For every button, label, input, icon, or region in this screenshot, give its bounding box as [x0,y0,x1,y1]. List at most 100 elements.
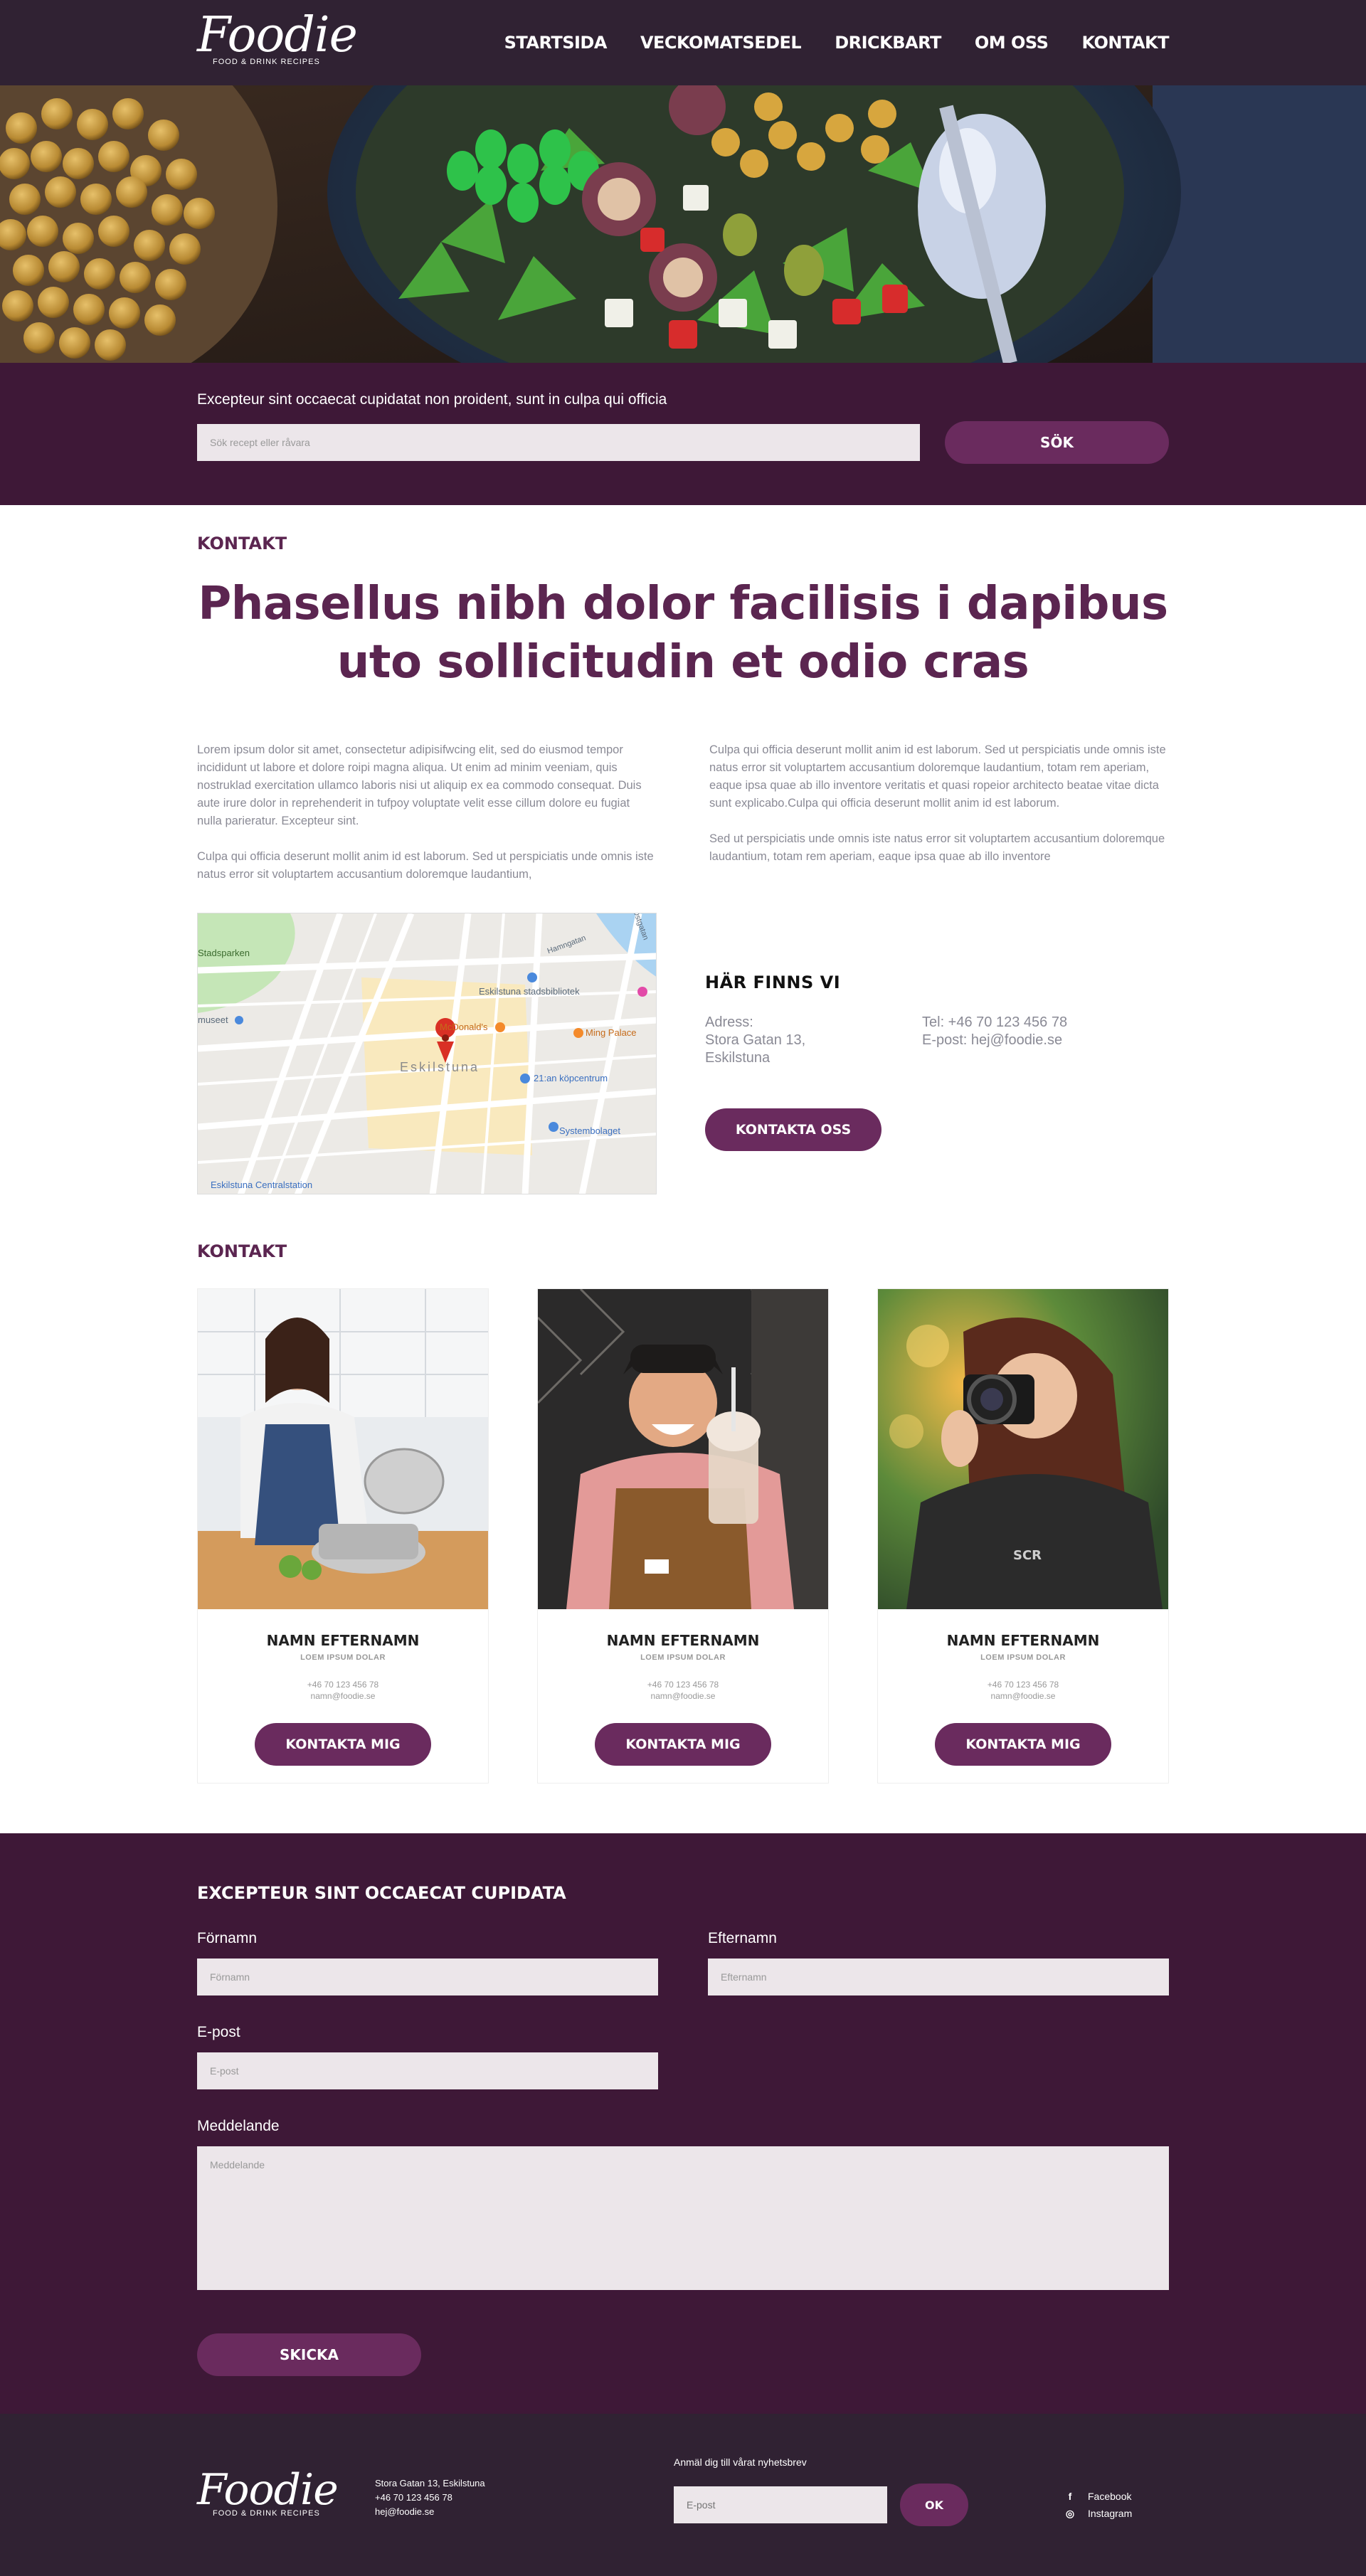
logo-wordmark: Foodie [197,2465,339,2515]
portrait-image [198,1289,488,1609]
nav-kontakt[interactable]: KONTAKT [1081,33,1169,53]
hero-food-image [0,85,1366,363]
foodie-logo[interactable]: Foodie FOOD & DRINK RECIPES [197,7,358,75]
logo-wordmark: Foodie [197,7,358,63]
team-photo-barista [538,1289,828,1609]
member-name: NAMN EFTERNAMN [266,1632,420,1649]
instagram-icon: ◎ [1065,2508,1075,2519]
firstname-input[interactable] [197,1958,658,1995]
contact-me-button[interactable]: KONTAKTA MIG [255,1723,431,1766]
nav-om-oss[interactable]: OM OSS [975,33,1049,53]
intro-paragraph: Lorem ipsum dolor sit amet, consectetur … [197,743,642,827]
newsletter-signup: Anmäl dig till vårat nyhetsbrev OK [674,2456,1065,2526]
team-section: KONTAKT NAMN EFTERNAMN LOEM IPSUM DOLAR … [0,1194,1366,1833]
nav-veckomatsedel[interactable]: VECKOMATSEDEL [640,33,802,53]
member-email: namn@foodie.se [650,1691,716,1701]
member-name: NAMN EFTERNAMN [606,1632,760,1649]
hero-illustration [0,85,1366,363]
search-section: Excepteur sint occaecat cupidatat non pr… [0,363,1366,505]
team-photo-photographer: SCR [878,1289,1168,1609]
address-block: Adress: Stora Gatan 13, Eskilstuna [705,1014,922,1067]
nav-drickbart[interactable]: DRICKBART [835,33,941,53]
lastname-input[interactable] [708,1958,1169,1995]
email-field-group: E-post [197,2024,658,2089]
message-field-group: Meddelande [197,2118,1169,2294]
map-label-centralstation: Eskilstuna Centralstation [211,1180,313,1190]
contact-us-button[interactable]: KONTAKTA OSS [705,1108,881,1151]
contact-me-button[interactable]: KONTAKTA MIG [595,1723,771,1766]
instagram-label: Instagram [1088,2508,1133,2519]
firstname-label: Förnamn [197,1930,258,1946]
map-label-museet: museet [198,1014,228,1025]
page-title-line-1: Phasellus nibh dolor facilisis i dapibus [198,578,1168,630]
contact-form-section: EXCEPTEUR SINT OCCAECAT CUPIDATA Förnamn… [0,1833,1366,2414]
member-role: LOEM IPSUM DOLAR [980,1653,1066,1662]
footer-phone: +46 70 123 456 78 [375,2492,452,2503]
facebook-icon: f [1068,2491,1072,2502]
form-title: EXCEPTEUR SINT OCCAECAT CUPIDATA [197,1883,566,1903]
portrait-image: SCR [878,1289,1168,1609]
section-label-kontakt: KONTAKT [197,534,287,553]
search-tagline: Excepteur sint occaecat cupidatat non pr… [197,391,667,408]
map-label-stadsparken: Stadsparken [198,948,250,958]
footer-logo[interactable]: Foodie FOOD & DRINK RECIPES [197,2468,375,2532]
firstname-field-group: Förnamn [197,1930,658,1995]
message-textarea[interactable] [197,2146,1169,2290]
location-heading: HÄR FINNS VI [705,972,841,992]
map-label-stadsbibliotek: Eskilstuna stadsbibliotek [479,986,580,997]
search-button[interactable]: SÖK [945,421,1169,464]
footer-street: Stora Gatan 13, Eskilstuna [375,2478,485,2488]
member-phone: +46 70 123 456 78 [647,1680,719,1690]
map-label-ming-palace: Ming Palace [586,1027,637,1038]
member-email: namn@foodie.se [990,1691,1056,1701]
team-card: SCR NAMN EFTERNAMN LOEM IPSUM DOLAR +46 … [877,1288,1169,1783]
map-label-city: Eskilstuna [400,1060,480,1074]
site-footer: Foodie FOOD & DRINK RECIPES Stora Gatan … [0,2414,1366,2576]
portrait-image [538,1289,828,1609]
intro-column-right: Culpa qui officia deserunt mollit anim i… [709,741,1169,901]
main-nav: STARTSIDA VECKOMATSEDEL DRICKBART OM OSS… [504,33,1170,53]
newsletter-email-input[interactable] [674,2486,887,2523]
map-canvas [198,913,656,1194]
nav-startsida[interactable]: STARTSIDA [504,33,608,53]
member-contact: +46 70 123 456 78 namn@foodie.se [538,1679,828,1702]
contact-block: Tel: +46 70 123 456 78 E-post: hej@foodi… [922,1014,1067,1067]
recipe-search-input[interactable] [197,424,920,461]
lastname-field-group: Efternamn [708,1930,1169,1995]
address-line: Eskilstuna [705,1050,771,1066]
intro-paragraph: Culpa qui officia deserunt mollit anim i… [197,850,654,881]
map-label-kopcentrum: 21:an köpcentrum [534,1073,608,1083]
address-label: Adress: [705,1014,753,1030]
location-map[interactable]: Eskilstuna stadsbibliotek McDonald's Min… [197,913,657,1194]
footer-address: Stora Gatan 13, Eskilstuna +46 70 123 45… [375,2476,674,2519]
member-phone: +46 70 123 456 78 [307,1680,379,1690]
phone-text: Tel: +46 70 123 456 78 [922,1014,1068,1030]
member-role: LOEM IPSUM DOLAR [300,1653,386,1662]
member-contact: +46 70 123 456 78 namn@foodie.se [198,1679,488,1702]
intro-paragraph: Culpa qui officia deserunt mollit anim i… [709,743,1166,810]
message-label: Meddelande [197,2118,280,2134]
email-text: E-post: hej@foodie.se [922,1032,1063,1048]
footer-email[interactable]: hej@foodie.se [375,2505,674,2519]
member-phone: +46 70 123 456 78 [987,1680,1059,1690]
svg-text:SCR: SCR [1013,1548,1042,1563]
map-label-mcdonalds: McDonald's [440,1022,488,1032]
team-photo-cook [198,1289,488,1609]
section-label-kontakt: KONTAKT [197,1241,287,1261]
intro-paragraph: Sed ut perspiciatis unde omnis iste natu… [709,832,1165,863]
contact-me-button[interactable]: KONTAKTA MIG [935,1723,1111,1766]
team-card: NAMN EFTERNAMN LOEM IPSUM DOLAR +46 70 1… [197,1288,489,1783]
lastname-label: Efternamn [708,1930,777,1946]
member-contact: +46 70 123 456 78 namn@foodie.se [878,1679,1168,1702]
newsletter-label: Anmäl dig till vårat nyhetsbrev [674,2456,807,2468]
member-role: LOEM IPSUM DOLAR [640,1653,726,1662]
submit-button[interactable]: SKICKA [197,2333,421,2376]
facebook-link[interactable]: f Facebook [1065,2488,1132,2505]
intro-column-left: Lorem ipsum dolor sit amet, consectetur … [197,741,657,901]
facebook-label: Facebook [1088,2491,1132,2502]
team-card: NAMN EFTERNAMN LOEM IPSUM DOLAR +46 70 1… [537,1288,829,1783]
email-input[interactable] [197,2052,658,2089]
newsletter-ok-button[interactable]: OK [900,2484,968,2526]
instagram-link[interactable]: ◎ Instagram [1065,2505,1132,2522]
page-title: Phasellus nibh dolor facilisis i dapibus… [197,575,1169,691]
